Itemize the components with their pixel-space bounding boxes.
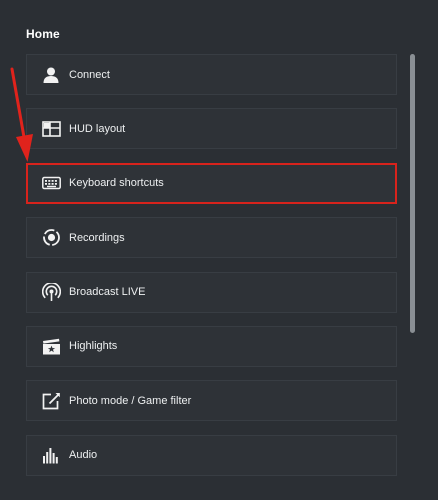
audio-icon — [41, 445, 61, 465]
menu-item-label: Recordings — [69, 231, 125, 244]
page-title: Home — [26, 27, 60, 41]
menu-item-label: Connect — [69, 68, 110, 81]
highlights-icon — [41, 336, 61, 356]
menu-item-photo-mode[interactable]: Photo mode / Game filter — [26, 380, 397, 422]
hud-layout-icon — [41, 119, 61, 139]
menu-item-connect[interactable]: Connect — [26, 54, 397, 95]
menu-item-label: Photo mode / Game filter — [69, 394, 192, 407]
menu-item-label: Audio — [69, 449, 98, 462]
menu-item-audio[interactable]: Audio — [26, 434, 397, 476]
menu-item-label: Keyboard shortcuts — [69, 177, 164, 190]
scrollbar-thumb[interactable] — [410, 54, 415, 333]
annotation-arrow — [10, 67, 33, 162]
menu-item-broadcast-live[interactable]: Broadcast LIVE — [26, 271, 397, 313]
recordings-icon — [41, 228, 61, 248]
menu-item-label: HUD layout — [69, 122, 126, 135]
menu-item-highlights[interactable]: Highlights — [26, 325, 397, 367]
broadcast-icon — [41, 282, 61, 302]
menu-item-recordings[interactable]: Recordings — [26, 217, 397, 259]
menu-item-hud-layout[interactable]: HUD layout — [26, 108, 397, 150]
menu-list: Connect HUD layout Keyboard shortcuts Re… — [26, 54, 397, 489]
menu-item-keyboard-shortcuts[interactable]: Keyboard shortcuts — [26, 162, 397, 204]
keyboard-icon — [41, 173, 61, 193]
person-icon — [41, 65, 61, 85]
menu-item-label: Highlights — [69, 340, 118, 353]
menu-item-label: Broadcast LIVE — [69, 286, 146, 299]
photo-mode-icon — [41, 391, 61, 411]
